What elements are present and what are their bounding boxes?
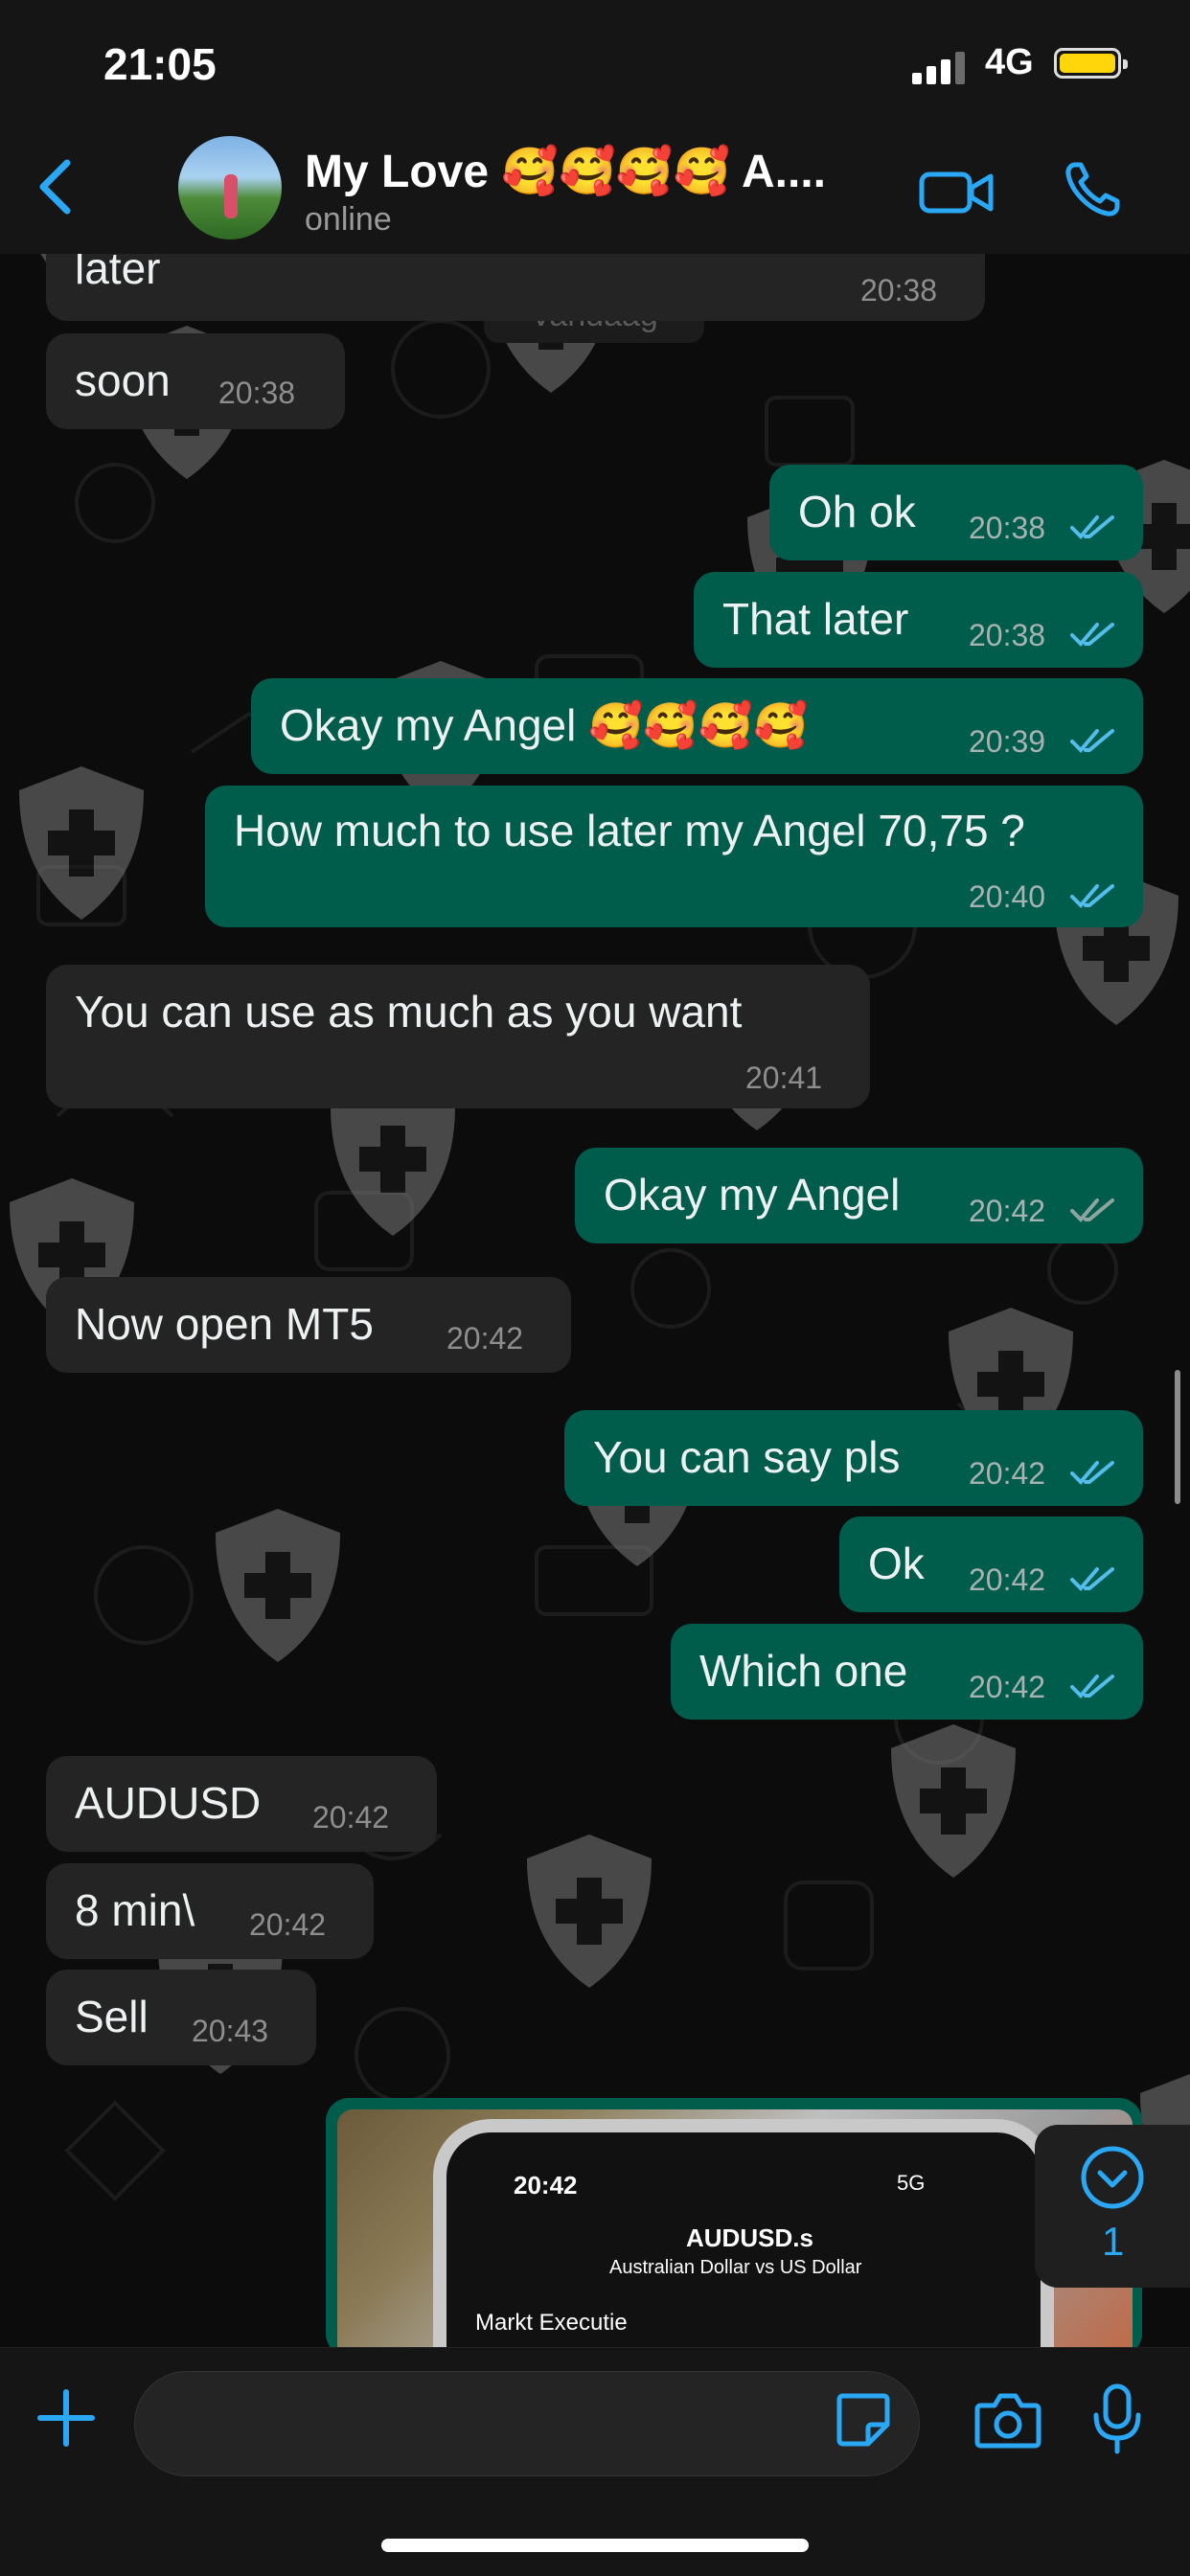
- contact-avatar[interactable]: [178, 136, 282, 239]
- message-text: Oh ok: [798, 487, 916, 536]
- cellular-signal-icon: [912, 52, 965, 84]
- message-time: 20:40: [969, 879, 1046, 914]
- message-outgoing[interactable]: Oh ok 20:38: [769, 465, 1143, 560]
- microphone-icon[interactable]: [1090, 2382, 1144, 2455]
- message-time: 20:42: [969, 1194, 1046, 1228]
- message-time: 20:42: [446, 1321, 524, 1356]
- message-time: 20:38: [218, 376, 296, 410]
- message-text: That later: [722, 594, 909, 644]
- scroll-to-bottom-button[interactable]: 1: [1035, 2125, 1190, 2288]
- message-time: 20:42: [969, 1670, 1046, 1704]
- read-ticks-icon: [1070, 1675, 1114, 1698]
- photo-screen-network: 5G: [897, 2171, 926, 2195]
- message-outgoing[interactable]: Okay my Angel 20:42: [575, 1148, 1143, 1243]
- read-ticks-icon: [1070, 729, 1114, 753]
- message-text: Okay my Angel 🥰🥰🥰🥰: [280, 700, 809, 750]
- camera-icon[interactable]: [973, 2390, 1042, 2450]
- message-time: 20:42: [969, 1456, 1046, 1491]
- read-ticks-icon: [1070, 515, 1114, 539]
- sticker-icon[interactable]: [834, 2390, 893, 2450]
- message-text: Okay my Angel: [604, 1170, 901, 1220]
- message-incoming[interactable]: AUDUSD 20:42: [46, 1756, 437, 1852]
- message-time: 20:42: [969, 1562, 1046, 1597]
- read-ticks-icon: [1070, 1567, 1114, 1591]
- message-text: Ok: [868, 1539, 925, 1588]
- status-time: 21:05: [103, 39, 217, 89]
- video-call-icon[interactable]: [918, 163, 995, 220]
- shield-watermark-icon: [19, 766, 144, 920]
- message-time: 20:38: [860, 273, 938, 308]
- message-text: soon: [75, 355, 171, 405]
- unread-count-badge: 1: [1102, 2219, 1125, 2264]
- message-time: 20:38: [969, 511, 1046, 545]
- contact-name[interactable]: My Love 🥰🥰🥰🥰 A....: [305, 144, 826, 198]
- read-ticks-icon: [1070, 884, 1114, 908]
- message-outgoing[interactable]: Which one 20:42: [671, 1624, 1143, 1720]
- message-incoming[interactable]: Sell 20:43: [46, 1970, 316, 2065]
- message-text: later: [75, 254, 161, 293]
- message-text: 8 min\: [75, 1885, 195, 1935]
- phone-call-icon[interactable]: [1062, 159, 1123, 220]
- chat-scrollbar[interactable]: [1175, 1370, 1180, 1504]
- shield-watermark-icon: [891, 1724, 1016, 1878]
- home-indicator[interactable]: [381, 2539, 809, 2552]
- message-incoming[interactable]: You can use as much as you want 20:41: [46, 965, 870, 1108]
- message-text: Sell: [75, 1992, 149, 2041]
- photo-screen-mode: Markt Executie: [475, 2310, 628, 2336]
- photographed-phone: 20:42 5G AUDUSD.s Australian Dollar vs U…: [433, 2119, 1054, 2347]
- back-chevron-icon[interactable]: [29, 153, 86, 220]
- contact-status: online: [305, 201, 392, 238]
- chat-area[interactable]: Vandaag later 20:38 soon 20:38 Oh ok 20:…: [0, 254, 1190, 2347]
- message-text: Which one: [699, 1646, 908, 1696]
- delivered-ticks-icon: [1070, 1198, 1114, 1222]
- message-incoming[interactable]: later 20:38: [46, 254, 985, 321]
- battery-icon: [1054, 48, 1128, 79]
- read-ticks-icon: [1070, 623, 1114, 647]
- photo-screen-time: 20:42: [514, 2171, 578, 2200]
- photo-thumbnail[interactable]: 20:42 5G AUDUSD.s Australian Dollar vs U…: [337, 2109, 1133, 2347]
- message-time: 20:39: [969, 724, 1046, 759]
- chevron-down-circle-icon: [1081, 2146, 1144, 2209]
- message-input[interactable]: [134, 2371, 920, 2476]
- message-time: 20:41: [745, 1060, 823, 1095]
- message-text: AUDUSD: [75, 1778, 262, 1828]
- shield-watermark-icon: [216, 1509, 340, 1662]
- message-incoming[interactable]: soon 20:38: [46, 333, 345, 429]
- message-outgoing[interactable]: Ok 20:42: [839, 1516, 1143, 1612]
- message-time: 20:43: [192, 2014, 269, 2048]
- photo-screen-title: AUDUSD.s: [686, 2223, 813, 2252]
- shield-watermark-icon: [527, 1835, 652, 1988]
- message-text: How much to use later my Angel 70,75 ?: [234, 806, 1025, 855]
- message-incoming[interactable]: Now open MT5 20:42: [46, 1277, 571, 1373]
- status-bar: 21:05 4G: [0, 0, 1190, 125]
- message-outgoing[interactable]: Okay my Angel 🥰🥰🥰🥰 20:39: [251, 678, 1143, 774]
- message-outgoing[interactable]: How much to use later my Angel 70,75 ? 2…: [205, 786, 1143, 927]
- network-type: 4G: [985, 42, 1034, 82]
- message-time: 20:42: [249, 1907, 327, 1942]
- chat-header: My Love 🥰🥰🥰🥰 A.... online: [0, 125, 1190, 255]
- image-message[interactable]: 20:42 5G AUDUSD.s Australian Dollar vs U…: [326, 2098, 1142, 2347]
- message-outgoing[interactable]: You can say pls 20:42: [564, 1410, 1143, 1506]
- read-ticks-icon: [1070, 1461, 1114, 1485]
- plus-attach-icon[interactable]: [34, 2386, 98, 2450]
- message-outgoing[interactable]: That later 20:38: [694, 572, 1143, 668]
- message-incoming[interactable]: 8 min\ 20:42: [46, 1863, 374, 1959]
- message-text: Now open MT5: [75, 1299, 374, 1349]
- message-time: 20:42: [312, 1800, 390, 1835]
- message-text: You can say pls: [593, 1432, 901, 1482]
- message-text: You can use as much as you want: [75, 987, 743, 1037]
- message-time: 20:38: [969, 618, 1046, 652]
- photo-screen-subtitle: Australian Dollar vs US Dollar: [609, 2257, 862, 2278]
